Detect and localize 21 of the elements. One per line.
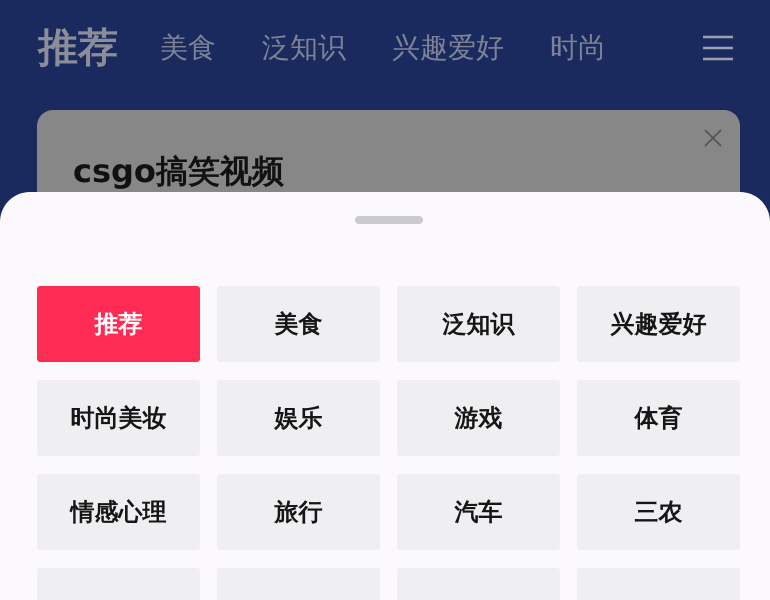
- channel-chip[interactable]: 汽车: [397, 474, 560, 550]
- channel-chip[interactable]: 体育: [577, 380, 740, 456]
- channel-chip[interactable]: 三农: [577, 474, 740, 550]
- channel-chip[interactable]: 时尚美妆: [37, 380, 200, 456]
- channel-chip[interactable]: 旅行: [217, 474, 380, 550]
- drag-handle[interactable]: [354, 216, 422, 224]
- channel-chip[interactable]: 泛知识: [397, 286, 560, 362]
- channel-chip[interactable]: 情感心理: [37, 474, 200, 550]
- channel-chip[interactable]: 兴趣爱好: [577, 286, 740, 362]
- channel-tab[interactable]: 美食: [160, 28, 216, 66]
- menu-icon[interactable]: [702, 34, 734, 60]
- channel-chip[interactable]: 游戏: [397, 380, 560, 456]
- video-title: csgo搞笑视频: [73, 151, 285, 192]
- channel-chip[interactable]: 美食: [217, 286, 380, 362]
- channel-tab[interactable]: 兴趣爱好: [392, 28, 504, 66]
- channel-chip[interactable]: 娱乐: [217, 380, 380, 456]
- channel-tab[interactable]: 时尚: [550, 28, 606, 66]
- channel-chip[interactable]: 推荐: [37, 286, 200, 362]
- close-icon[interactable]: [704, 129, 722, 147]
- channel-tab[interactable]: 泛知识: [262, 28, 346, 66]
- channel-tab[interactable]: 推荐: [38, 20, 118, 75]
